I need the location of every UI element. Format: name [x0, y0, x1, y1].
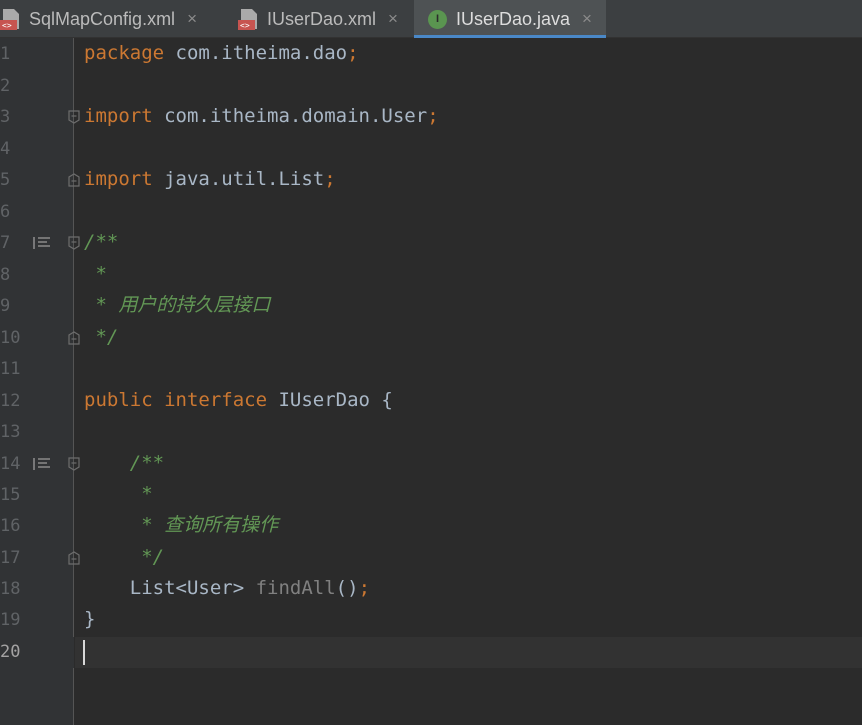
- line-number: 5: [0, 170, 11, 190]
- close-icon[interactable]: ×: [582, 9, 592, 29]
- line-number: 9: [0, 296, 11, 316]
- xml-file-icon: <>: [238, 7, 260, 31]
- fold-end-icon[interactable]: [68, 551, 80, 565]
- doc-comment-line: /**: [84, 452, 165, 474]
- code-text: com.itheima.domain.User: [152, 105, 428, 127]
- line-number: 16: [0, 516, 21, 536]
- line-number: 8: [0, 265, 11, 285]
- fold-start-icon[interactable]: [68, 457, 80, 471]
- doc-comment-line: *: [84, 483, 153, 505]
- doc-comment-line: */: [84, 326, 119, 348]
- line-number: 10: [0, 328, 21, 348]
- line-number: 18: [0, 579, 21, 599]
- doc-comment-line: *: [84, 263, 107, 285]
- code-text: (): [335, 577, 359, 599]
- fold-end-icon[interactable]: [68, 173, 80, 187]
- line-number: 2: [0, 76, 11, 96]
- line-number: 13: [0, 422, 21, 442]
- doc-comment-line: */: [84, 546, 165, 568]
- semicolon: ;: [347, 42, 359, 64]
- current-line-highlight: [75, 637, 862, 668]
- line-number: 12: [0, 391, 21, 411]
- line-number: 6: [0, 202, 11, 222]
- keyword: public: [84, 389, 153, 411]
- line-number: 11: [0, 359, 21, 379]
- close-icon[interactable]: ×: [388, 9, 398, 29]
- line-number: 7: [0, 233, 11, 253]
- tab-sqlmapconfig-xml[interactable]: <> SqlMapConfig.xml ×: [0, 0, 228, 38]
- code-line: import com.itheima.domain.User;: [84, 101, 439, 132]
- line-number: 4: [0, 139, 11, 159]
- code-line: package com.itheima.dao;: [84, 38, 359, 69]
- code-text: List<User>: [84, 577, 256, 599]
- line-number: 3: [0, 107, 11, 127]
- method-name: findAll: [255, 577, 336, 599]
- keyword: import: [84, 105, 153, 127]
- line-number: 1: [0, 44, 11, 64]
- fold-end-icon[interactable]: [68, 331, 80, 345]
- render-doc-icon[interactable]: [33, 236, 51, 250]
- tab-iuserdao-xml[interactable]: <> IUserDao.xml ×: [238, 0, 413, 38]
- line-number: 17: [0, 548, 21, 568]
- fold-start-icon[interactable]: [68, 236, 80, 250]
- doc-comment-line: * 查询所有操作: [84, 514, 279, 536]
- java-interface-icon: I: [428, 9, 447, 29]
- code-line: import java.util.List;: [84, 164, 336, 195]
- editor-tab-bar: <> SqlMapConfig.xml × <> IUserDao.xml × …: [0, 0, 862, 38]
- semicolon: ;: [358, 577, 371, 599]
- svg-text:<>: <>: [2, 21, 12, 30]
- keyword: interface: [164, 389, 268, 411]
- semicolon: ;: [427, 105, 439, 127]
- close-icon[interactable]: ×: [187, 9, 197, 29]
- doc-comment-line: /**: [84, 231, 119, 253]
- doc-comment-line: * 用户的持久层接口: [84, 294, 271, 316]
- render-doc-icon[interactable]: [33, 457, 51, 471]
- line-number: 20: [0, 642, 21, 662]
- code-editor[interactable]: [75, 38, 862, 725]
- tab-label: SqlMapConfig.xml: [29, 8, 176, 29]
- code-text: }: [84, 608, 96, 630]
- keyword: import: [84, 168, 153, 190]
- text-cursor: [83, 640, 85, 665]
- code-line: }: [84, 604, 95, 635]
- tab-label: IUserDao.java: [456, 8, 571, 29]
- line-number: 14: [0, 454, 21, 474]
- semicolon: ;: [324, 168, 336, 190]
- line-number: 15: [0, 485, 21, 505]
- code-line: public interface IUserDao {: [84, 385, 393, 416]
- svg-text:<>: <>: [240, 21, 250, 30]
- tab-iuserdao-java[interactable]: I IUserDao.java ×: [414, 0, 606, 38]
- xml-file-icon: <>: [0, 7, 22, 31]
- code-text: com.itheima.dao: [164, 42, 348, 64]
- line-number: 19: [0, 610, 21, 630]
- keyword: package: [84, 42, 165, 64]
- fold-start-icon[interactable]: [68, 110, 80, 124]
- code-text: java.util.List: [152, 168, 325, 190]
- code-text: IUserDao {: [267, 389, 393, 411]
- code-line: List<User> findAll();: [84, 573, 370, 604]
- tab-label: IUserDao.xml: [267, 8, 377, 29]
